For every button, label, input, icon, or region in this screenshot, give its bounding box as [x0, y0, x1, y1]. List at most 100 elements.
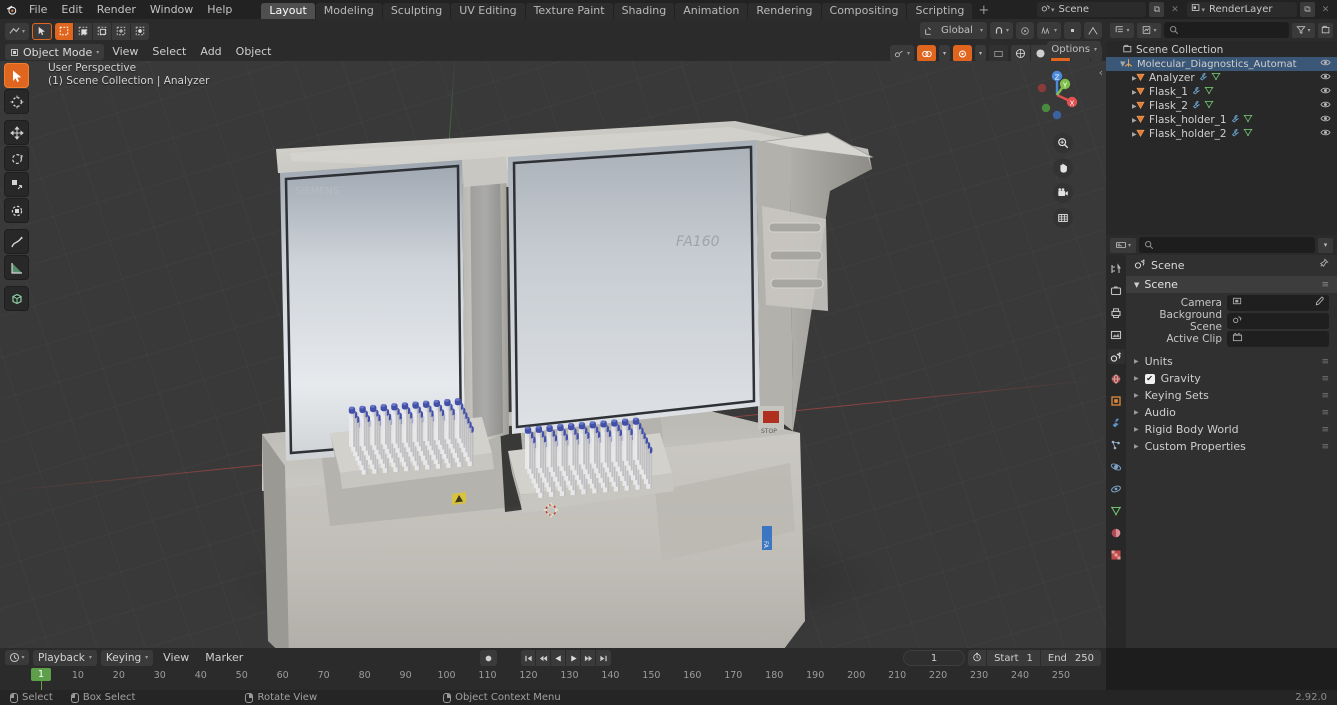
- add-cube-tool[interactable]: [4, 286, 29, 311]
- camera-view-button[interactable]: [1053, 183, 1073, 203]
- proportional-edit-button[interactable]: [1015, 22, 1034, 39]
- outliner-row-flask-holder-2[interactable]: ▶ Flask_holder_2: [1106, 127, 1337, 141]
- visibility-eye-icon[interactable]: [1320, 100, 1331, 112]
- outliner-row-flask-holder-1[interactable]: ▶ Flask_holder_1: [1106, 113, 1337, 127]
- play-reverse-button[interactable]: [551, 650, 566, 666]
- snap-increment-button[interactable]: [1064, 22, 1081, 39]
- modifier-icon[interactable]: [1230, 114, 1240, 126]
- snap-toggle-button[interactable]: ▾: [989, 22, 1013, 39]
- tweak-tool[interactable]: [4, 63, 29, 88]
- select-invert-icon[interactable]: [112, 22, 132, 40]
- gizmo-toggle-button[interactable]: ▾: [889, 45, 914, 62]
- active-clip-field[interactable]: [1227, 330, 1329, 347]
- pin-icon[interactable]: [1318, 258, 1329, 272]
- tab-modeling[interactable]: Modeling: [315, 3, 382, 19]
- menu-edit[interactable]: Edit: [54, 0, 89, 19]
- outliner-row-flask-2[interactable]: ▶ Flask_2: [1106, 99, 1337, 113]
- expand-triangle[interactable]: ▶: [1110, 89, 1137, 96]
- 3d-viewport[interactable]: ▾ Global ▾ ▾ ▾ Object Mode ▾ View Select…: [0, 19, 1106, 648]
- visibility-eye-icon[interactable]: [1320, 128, 1331, 140]
- properties-options-button[interactable]: ▾: [1318, 237, 1333, 253]
- next-keyframe-button[interactable]: [581, 650, 596, 666]
- tweak-select-tool-button[interactable]: [32, 22, 53, 40]
- properties-tab-modifiers[interactable]: [1108, 415, 1125, 430]
- outliner-row-collection-object[interactable]: ▼ Molecular_Diagnostics_Automatic_Stool_…: [1106, 57, 1337, 71]
- outliner-row-scene-collection[interactable]: Scene Collection: [1106, 43, 1337, 57]
- camera-field[interactable]: [1227, 294, 1329, 311]
- playhead[interactable]: 1: [31, 668, 51, 681]
- tab-animation[interactable]: Animation: [675, 3, 748, 19]
- background-scene-field[interactable]: [1227, 312, 1329, 329]
- keying-dropdown[interactable]: Keying ▾: [100, 649, 154, 666]
- mesh-data-icon[interactable]: [1243, 114, 1253, 126]
- visibility-eye-icon[interactable]: [1320, 72, 1331, 84]
- properties-tab-particles[interactable]: [1108, 437, 1125, 452]
- blender-logo-icon[interactable]: [0, 0, 22, 19]
- tab-uv-editing[interactable]: UV Editing: [451, 3, 525, 19]
- move-tool[interactable]: [4, 120, 29, 145]
- end-frame-field[interactable]: End 250: [1041, 650, 1101, 666]
- modifier-icon[interactable]: [1198, 72, 1208, 84]
- filter-id-type-button[interactable]: ▾: [1137, 22, 1161, 38]
- subpanel-keying-sets[interactable]: ▶ Keying Sets ≡: [1126, 387, 1337, 404]
- subpanel-custom-properties[interactable]: ▶ Custom Properties ≡: [1126, 438, 1337, 455]
- prev-keyframe-button[interactable]: [536, 650, 551, 666]
- rotate-tool[interactable]: [4, 146, 29, 171]
- outliner-row-analyzer[interactable]: ▶ Analyzer: [1106, 71, 1337, 85]
- pan-button[interactable]: [1053, 158, 1073, 178]
- properties-tab-scene[interactable]: [1107, 349, 1125, 364]
- mesh-data-icon[interactable]: [1243, 128, 1253, 140]
- tab-texture-paint[interactable]: Texture Paint: [525, 3, 613, 19]
- tab-compositing[interactable]: Compositing: [821, 3, 907, 19]
- options-dropdown-button[interactable]: Options ▾: [1047, 41, 1101, 58]
- menu-help[interactable]: Help: [200, 0, 239, 19]
- start-frame-field[interactable]: Start 1: [987, 650, 1041, 666]
- proportional-curve-button[interactable]: [1084, 22, 1102, 39]
- shading-wireframe-icon[interactable]: [1011, 45, 1031, 62]
- menu-window[interactable]: Window: [143, 0, 200, 19]
- timeline-ruler[interactable]: 1 10 20 30 40 50 60 70 80 90 100 110 120 130 140 150 16…: [0, 667, 1106, 690]
- timeline-menu-marker[interactable]: Marker: [199, 650, 249, 666]
- overlays-toggle-button[interactable]: [917, 45, 936, 62]
- new-view-layer-button[interactable]: ⧉: [1300, 2, 1315, 17]
- subpanel-audio[interactable]: ▶ Audio ≡: [1126, 404, 1337, 421]
- properties-search-input[interactable]: [1139, 237, 1315, 253]
- visibility-eye-icon[interactable]: [1320, 58, 1331, 70]
- play-button[interactable]: [566, 650, 581, 666]
- viewport-menu-add[interactable]: Add: [194, 44, 227, 60]
- properties-tab-texture[interactable]: [1108, 547, 1125, 562]
- outliner-search-input[interactable]: [1164, 22, 1289, 38]
- expand-triangle[interactable]: ▶: [1110, 131, 1137, 138]
- expand-triangle[interactable]: ▼: [1110, 60, 1125, 68]
- visibility-eye-icon[interactable]: [1320, 114, 1331, 126]
- properties-tab-output[interactable]: [1108, 305, 1125, 320]
- mesh-data-icon[interactable]: [1204, 100, 1214, 112]
- tab-layout[interactable]: Layout: [261, 3, 315, 19]
- jump-to-start-button[interactable]: [521, 650, 536, 666]
- new-collection-button[interactable]: [1318, 22, 1333, 38]
- tab-rendering[interactable]: Rendering: [748, 3, 821, 19]
- properties-tab-tool[interactable]: [1108, 261, 1125, 276]
- select-intersect-icon[interactable]: [131, 22, 150, 40]
- tab-scripting[interactable]: Scripting: [907, 3, 973, 19]
- properties-tab-data[interactable]: [1108, 503, 1125, 518]
- viewport-menu-select[interactable]: Select: [146, 44, 192, 60]
- scene-selector[interactable]: ▾ Scene: [1036, 2, 1147, 17]
- properties-tab-physics[interactable]: [1108, 459, 1125, 474]
- eyedropper-icon[interactable]: [1313, 296, 1324, 310]
- playback-dropdown[interactable]: Playback ▾: [33, 649, 97, 666]
- outliner-editor[interactable]: ▾ ▾ ▾ Scene Collection ▼ Molecular_Diagn…: [1106, 19, 1337, 235]
- outliner-row-flask-1[interactable]: ▶ Flask_1: [1106, 85, 1337, 99]
- menu-render[interactable]: Render: [90, 0, 143, 19]
- current-frame-input[interactable]: 1: [903, 650, 966, 666]
- properties-editor-type-button[interactable]: ▾: [1110, 237, 1136, 253]
- modifier-icon[interactable]: [1191, 100, 1201, 112]
- shading-wireframe-button[interactable]: [989, 45, 1008, 62]
- add-workspace-button[interactable]: +: [973, 3, 994, 19]
- properties-tab-constraints[interactable]: [1108, 481, 1125, 496]
- viewport-canvas[interactable]: SIEMENS FA160 STOP FA User Perspective (…: [0, 61, 1106, 648]
- visibility-eye-icon[interactable]: [1320, 86, 1331, 98]
- sidebar-collapse-icon[interactable]: ‹: [1099, 66, 1103, 79]
- xray-toggle-button[interactable]: [953, 45, 972, 62]
- viewport-menu-view[interactable]: View: [106, 44, 144, 60]
